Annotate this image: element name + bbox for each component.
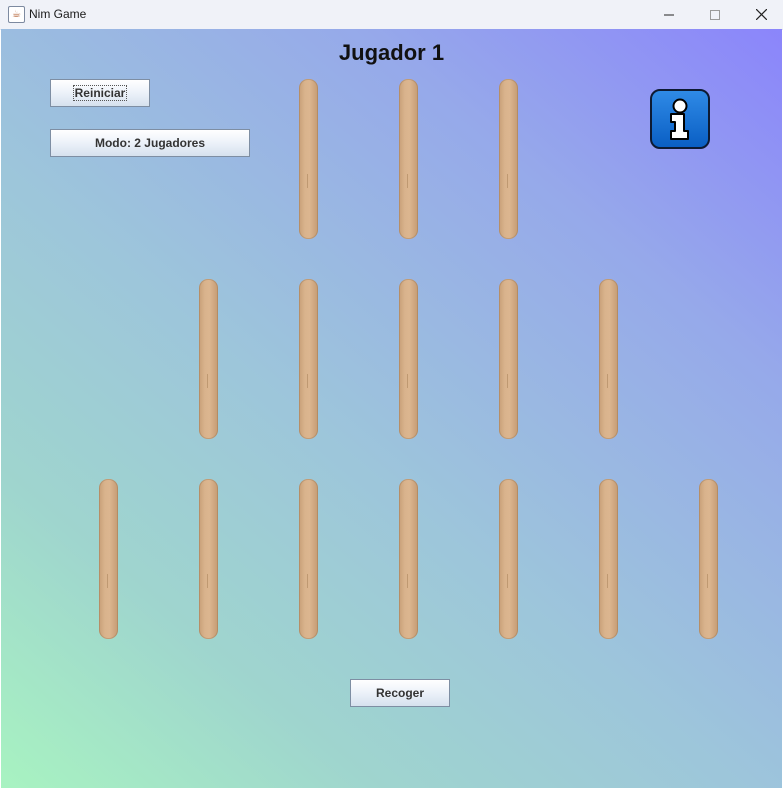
collect-button[interactable]: Recoger: [350, 679, 450, 707]
stick[interactable]: [199, 479, 218, 639]
maximize-button[interactable]: [692, 0, 738, 29]
stick[interactable]: [599, 479, 618, 639]
current-player-label: Jugador 1: [338, 40, 445, 65]
stick[interactable]: [399, 79, 418, 239]
close-button[interactable]: [738, 0, 783, 29]
info-button[interactable]: [650, 89, 710, 149]
stick[interactable]: [399, 479, 418, 639]
mode-button[interactable]: Modo: 2 Jugadores: [50, 129, 250, 157]
stick[interactable]: [399, 279, 418, 439]
game-panel: Jugador 1 Reiniciar Modo: 2 Jugadores Re…: [1, 29, 782, 788]
window-title: Nim Game: [29, 7, 87, 21]
java-cup-icon: ☕: [8, 6, 25, 23]
stick[interactable]: [299, 79, 318, 239]
maximize-icon: [710, 9, 720, 20]
stick[interactable]: [499, 79, 518, 239]
close-icon: [755, 9, 767, 20]
stick[interactable]: [699, 479, 718, 639]
stick[interactable]: [499, 479, 518, 639]
restart-button-label: Reiniciar: [72, 85, 128, 101]
stick[interactable]: [599, 279, 618, 439]
stick[interactable]: [299, 479, 318, 639]
stick[interactable]: [499, 279, 518, 439]
info-icon: [670, 98, 689, 140]
stick[interactable]: [99, 479, 118, 639]
stick[interactable]: [299, 279, 318, 439]
minimize-button[interactable]: [646, 0, 692, 29]
minimize-icon: [664, 14, 674, 15]
restart-button[interactable]: Reiniciar: [50, 79, 150, 107]
stick[interactable]: [199, 279, 218, 439]
window-titlebar: ☕ Nim Game: [0, 0, 783, 30]
